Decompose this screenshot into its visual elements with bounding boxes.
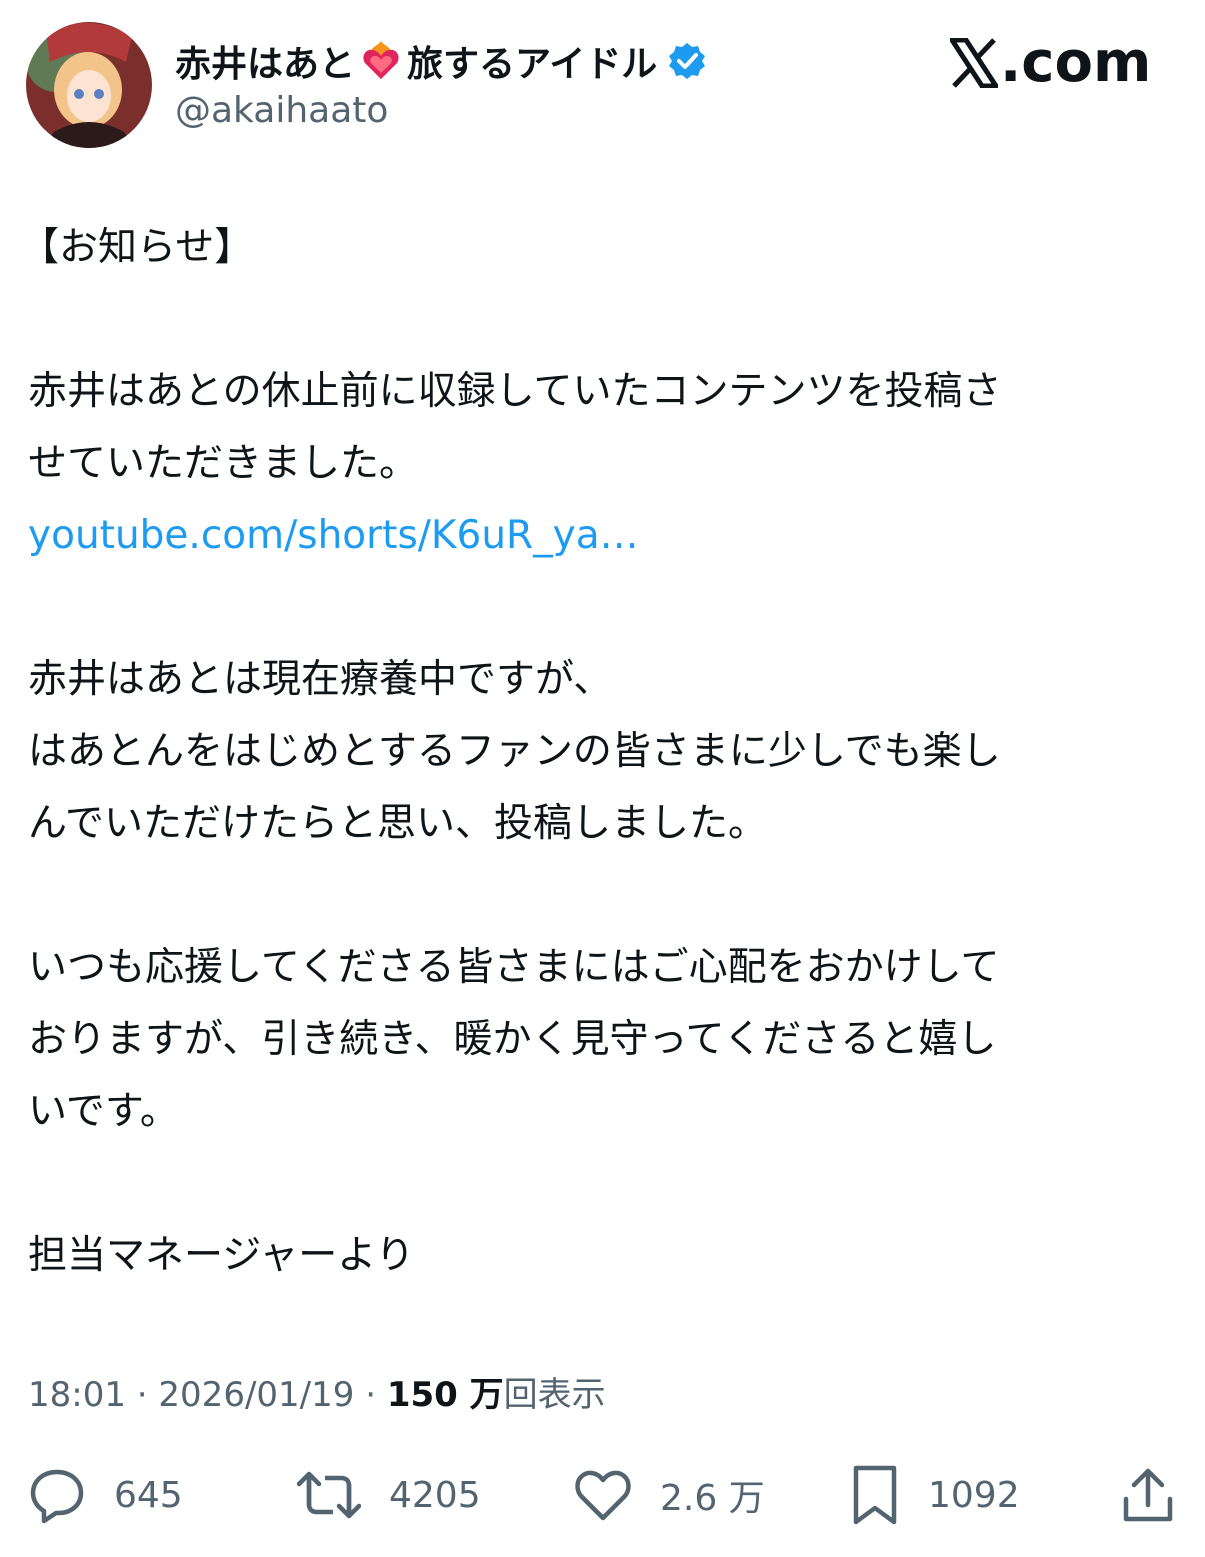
reply-button[interactable]: 645	[28, 1458, 183, 1532]
display-name-text: 旅するアイドル	[407, 44, 658, 85]
verified-badge-icon	[667, 41, 707, 81]
tweet-text-line: はあとんをはじめとするファンの皆さまに少しでも楽し	[28, 729, 1001, 774]
bookmark-count: 1092	[928, 1474, 1020, 1516]
user-handle[interactable]: @akaihaato	[175, 90, 388, 131]
repost-icon	[297, 1466, 361, 1524]
share-icon	[1120, 1465, 1176, 1525]
display-name-text: 赤井はあと	[175, 44, 356, 85]
view-label: 回表示	[503, 1375, 606, 1415]
avatar[interactable]	[26, 22, 152, 148]
timestamp-date[interactable]: 2026/01/19	[158, 1375, 354, 1415]
tweet-text-line: んでいただけたらと思い、投稿しました。	[28, 801, 768, 846]
tweet-text-line: 担当マネージャーより	[28, 1233, 415, 1278]
repost-count: 4205	[389, 1474, 481, 1516]
repost-button[interactable]: 4205	[297, 1458, 481, 1532]
x-logo-icon	[947, 37, 1001, 89]
heart-on-fire-emoji-icon	[359, 39, 403, 83]
like-button[interactable]: 2.6 万	[574, 1458, 765, 1532]
tweet-text-line: いです。	[28, 1089, 179, 1134]
tweet-link[interactable]: youtube.com/shorts/K6uR_ya…	[28, 500, 639, 572]
x-brand: .com	[947, 30, 1152, 96]
timestamp-time[interactable]: 18:01	[28, 1375, 126, 1415]
brand-domain-text: .com	[1000, 30, 1152, 95]
like-icon	[574, 1466, 632, 1524]
like-count: 2.6 万	[660, 1478, 765, 1519]
tweet-text-line: 赤井はあとは現在療養中ですが、	[28, 657, 613, 702]
meta-separator: ·	[125, 1375, 159, 1415]
tweet-actions: 645 4205 2.6 万 1092	[0, 1458, 1205, 1532]
tweet-text-line: せていただきました。	[28, 441, 419, 486]
reply-count: 645	[114, 1474, 183, 1516]
bookmark-icon	[850, 1464, 900, 1526]
share-button[interactable]	[1120, 1458, 1176, 1532]
tweet-text-line: 赤井はあとの休止前に収録していたコンテンツを投稿さ	[28, 369, 1002, 414]
tweet-text-line: 【お知らせ】	[20, 225, 254, 270]
tweet-text-line: おりますが、引き続き、暖かく見守ってくださると嬉し	[28, 1017, 997, 1062]
display-name[interactable]: 赤井はあと 旅するアイドル	[175, 38, 707, 85]
tweet-meta: 18:01 · 2026/01/19 · 150 万回表示	[28, 1370, 606, 1420]
bookmark-button[interactable]: 1092	[850, 1458, 1020, 1532]
tweet-header: 赤井はあと 旅するアイドル @akaihaato .com	[0, 0, 1205, 170]
tweet-text-line: いつも応援してくださる皆さまにはご心配をおかけして	[28, 945, 1000, 990]
meta-separator: ·	[354, 1375, 387, 1415]
view-count: 150 万	[386, 1375, 504, 1415]
reply-icon	[28, 1466, 86, 1524]
